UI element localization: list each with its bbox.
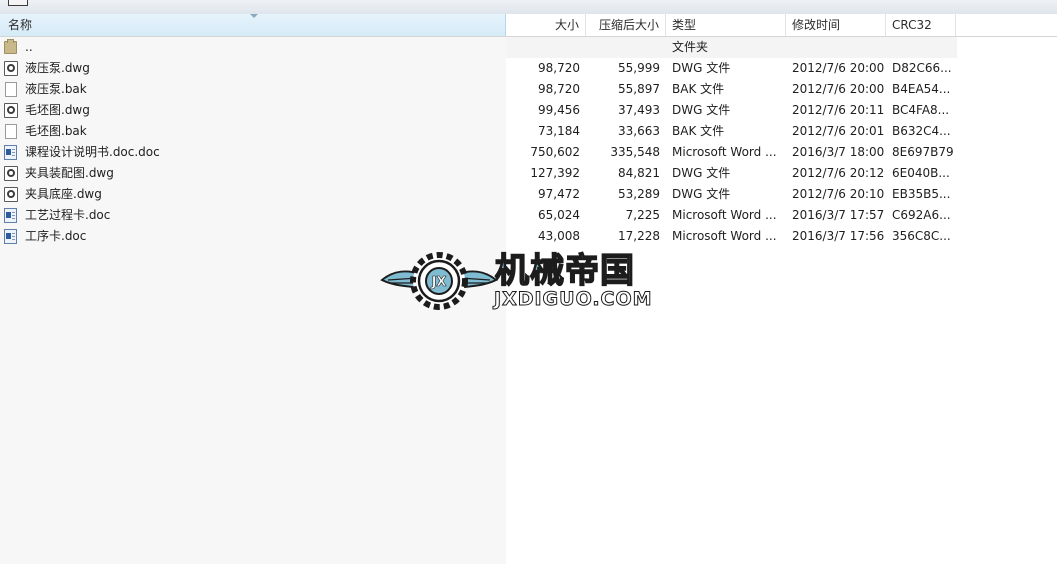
file-packed-size: 37,493: [618, 103, 660, 117]
file-type: DWG 文件: [672, 187, 731, 201]
file-modified: 2016/3/7 17:57: [792, 208, 885, 222]
parent-folder-row[interactable]: .. 文件夹: [0, 37, 1057, 58]
file-crc32: 356C8C...: [892, 229, 951, 243]
file-size: 98,720: [538, 61, 580, 75]
file-packed-size: 55,999: [618, 61, 660, 75]
file-row[interactable]: 液压泵.bak 98,720 55,897 BAK 文件 2012/7/6 20:00 B…: [0, 79, 1057, 100]
column-header-crc32[interactable]: CRC32: [886, 14, 956, 36]
watermark-logo: JX 机械帝国 JXDIGUO.COM: [380, 248, 680, 314]
file-crc32: D82C66...: [892, 61, 952, 75]
file-row[interactable]: 液压泵.dwg 98,720 55,999 DWG 文件 2012/7/6 20:00 D…: [0, 58, 1057, 79]
column-header-packed-size[interactable]: 压缩后大小: [586, 14, 666, 36]
file-size: 750,602: [530, 145, 580, 159]
file-crc32: 6E040B...: [892, 166, 950, 180]
column-header-modified[interactable]: 修改时间: [786, 14, 886, 36]
file-crc32: C692A6...: [892, 208, 951, 222]
file-size: 73,184: [538, 124, 580, 138]
file-crc32: 8E697B79: [892, 145, 954, 159]
file-type: Microsoft Word ...: [672, 145, 777, 159]
file-name: 液压泵.dwg: [25, 61, 90, 75]
file-size: 65,024: [538, 208, 580, 222]
file-row[interactable]: 工艺过程卡.doc 65,024 7,225 Microsoft Word ... 20…: [0, 205, 1057, 226]
file-row[interactable]: 夹具底座.dwg 97,472 53,289 DWG 文件 2012/7/6 20:10…: [0, 184, 1057, 205]
file-modified: 2012/7/6 20:00: [792, 82, 885, 96]
file-packed-size: 53,289: [618, 187, 660, 201]
file-size: 99,456: [538, 103, 580, 117]
file-modified: 2012/7/6 20:00: [792, 61, 885, 75]
file-name: 夹具装配图.dwg: [25, 166, 114, 180]
watermark-title: 机械帝国: [494, 251, 635, 291]
file-size: 127,392: [530, 166, 580, 180]
file-crc32: EB35B5...: [892, 187, 951, 201]
file-name: 工艺过程卡.doc: [25, 208, 111, 222]
file-name: 液压泵.bak: [25, 82, 87, 96]
file-row[interactable]: 毛坯图.dwg 99,456 37,493 DWG 文件 2012/7/6 20:11 B…: [0, 100, 1057, 121]
column-header-type[interactable]: 类型: [666, 14, 786, 36]
file-modified: 2012/7/6 20:10: [792, 187, 885, 201]
window-top-strip: [0, 0, 1057, 15]
watermark-subtitle: JXDIGUO.COM: [494, 288, 653, 311]
file-packed-size: 55,897: [618, 82, 660, 96]
toolbar-fragment: [8, 0, 28, 6]
column-header-name-label: 名称: [8, 18, 33, 32]
sort-indicator-icon: [250, 14, 258, 18]
file-row[interactable]: 夹具装配图.dwg 127,392 84,821 DWG 文件 2012/7/6 20:…: [0, 163, 1057, 184]
file-packed-size: 84,821: [618, 166, 660, 180]
file-list: .. 文件夹 液压泵.dwg 98,720 55,999 DWG 文件 2012/7/6…: [0, 37, 1057, 247]
file-packed-size: 335,548: [610, 145, 660, 159]
file-row[interactable]: 工序卡.doc 43,008 17,228 Microsoft Word ... 201…: [0, 226, 1057, 247]
column-header-row: 名称 大小 压缩后大小 类型 修改时间 CRC32: [0, 14, 1057, 37]
file-type: Microsoft Word ...: [672, 229, 777, 243]
file-crc32: B4EA54...: [892, 82, 951, 96]
file-row[interactable]: 课程设计说明书.doc.doc 750,602 335,548 Microsoft W…: [0, 142, 1057, 163]
file-modified: 2016/3/7 18:00: [792, 145, 885, 159]
file-type: BAK 文件: [672, 124, 725, 138]
file-packed-size: 17,228: [618, 229, 660, 243]
file-size: 43,008: [538, 229, 580, 243]
file-name: 工序卡.doc: [25, 229, 87, 243]
winged-gear-emblem-icon: JX: [380, 252, 498, 310]
file-modified: 2012/7/6 20:01: [792, 124, 885, 138]
parent-folder-type: 文件夹: [672, 40, 709, 54]
file-type: DWG 文件: [672, 61, 731, 75]
parent-folder-name: ..: [25, 40, 33, 54]
file-name: 夹具底座.dwg: [25, 187, 102, 201]
file-name: 课程设计说明书.doc.doc: [25, 145, 160, 159]
file-type: Microsoft Word ...: [672, 208, 777, 222]
file-type: DWG 文件: [672, 166, 731, 180]
file-type: DWG 文件: [672, 103, 731, 117]
file-modified: 2012/7/6 20:11: [792, 103, 885, 117]
emblem-text: JX: [431, 275, 447, 290]
file-crc32: BC4FA8...: [892, 103, 950, 117]
file-modified: 2012/7/6 20:12: [792, 166, 885, 180]
file-name: 毛坯图.bak: [25, 124, 87, 138]
file-modified: 2016/3/7 17:56: [792, 229, 885, 243]
file-packed-size: 7,225: [625, 208, 660, 222]
file-size: 98,720: [538, 82, 580, 96]
file-packed-size: 33,663: [618, 124, 660, 138]
file-crc32: B632C4...: [892, 124, 951, 138]
file-row[interactable]: 毛坯图.bak 73,184 33,663 BAK 文件 2012/7/6 20:01 B…: [0, 121, 1057, 142]
column-header-size[interactable]: 大小: [506, 14, 586, 36]
file-name: 毛坯图.dwg: [25, 103, 90, 117]
file-size: 97,472: [538, 187, 580, 201]
file-type: BAK 文件: [672, 82, 725, 96]
